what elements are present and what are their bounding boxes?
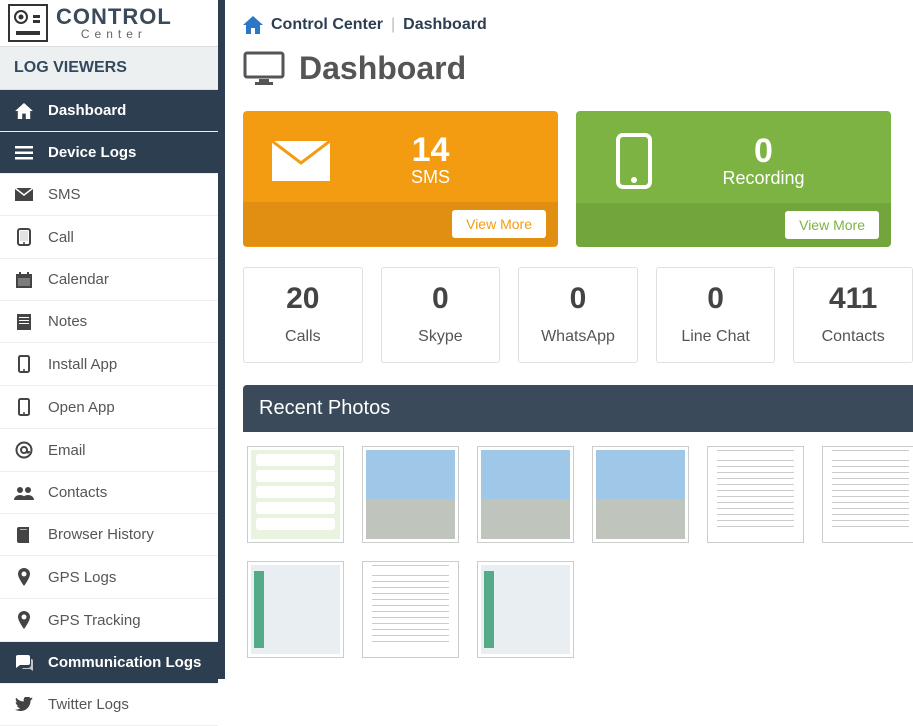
nav-item-email[interactable]: Email	[0, 429, 218, 472]
stat-count: 0	[665, 282, 767, 316]
breadcrumb-sep: |	[391, 16, 395, 34]
stat-label: Contacts	[802, 328, 904, 346]
nav-label: Notes	[48, 313, 87, 330]
photo-thumb[interactable]	[362, 561, 459, 658]
photo-thumb[interactable]	[592, 446, 689, 543]
nav-label: GPS Tracking	[48, 612, 141, 629]
mail-icon	[14, 188, 34, 201]
breadcrumb: Control Center | Dashboard	[225, 0, 913, 44]
home-icon	[14, 103, 34, 119]
nav-label: Communication Logs	[48, 654, 201, 671]
page-title: Dashboard	[299, 50, 466, 87]
twitter-icon	[14, 697, 34, 712]
stat-count: 411	[802, 282, 904, 316]
book-icon	[14, 527, 34, 543]
stat-count: 0	[527, 282, 629, 316]
stat-line-chat[interactable]: 0 Line Chat	[656, 267, 776, 363]
pin-icon	[14, 568, 34, 586]
card-count: 0	[654, 134, 873, 168]
stat-count: 20	[252, 282, 354, 316]
monitor-icon	[243, 51, 285, 87]
nav-item-gps-logs[interactable]: GPS Logs	[0, 556, 218, 599]
nav-label: Email	[48, 442, 86, 459]
recent-photos-title: Recent Photos	[243, 385, 913, 432]
at-icon	[14, 441, 34, 459]
menu-icon	[14, 146, 34, 160]
stat-skype[interactable]: 0 Skype	[381, 267, 501, 363]
nav-label: Device Logs	[48, 144, 136, 161]
photo-thumb[interactable]	[247, 446, 344, 543]
nav-item-contacts[interactable]: Contacts	[0, 472, 218, 514]
card-label: Recording	[654, 168, 873, 189]
nav-label: SMS	[48, 186, 81, 203]
phone-sq-icon	[14, 228, 34, 246]
stat-label: WhatsApp	[527, 328, 629, 346]
stat-whatsapp[interactable]: 0 WhatsApp	[518, 267, 638, 363]
recent-photos: Recent Photos	[243, 385, 913, 672]
device-icon	[14, 398, 34, 416]
stat-tiles: 20 Calls 0 Skype 0 WhatsApp 0 Line Chat 411 Conta…	[225, 267, 913, 385]
nav-label: Install App	[48, 356, 117, 373]
pin-icon	[14, 611, 34, 629]
photo-thumb[interactable]	[477, 561, 574, 658]
photo-thumb[interactable]	[822, 446, 913, 543]
stat-contacts[interactable]: 411 Contacts	[793, 267, 913, 363]
calendar-icon	[14, 272, 34, 288]
nav-label: Browser History	[48, 526, 154, 543]
nav-label: Calendar	[48, 271, 109, 288]
summary-cards: 14SMS View More 0Recording View More	[225, 111, 913, 267]
main: Control Center | Dashboard Dashboard 14S…	[225, 0, 913, 679]
nav-item-install-app[interactable]: Install App	[0, 343, 218, 386]
nav-label: Open App	[48, 399, 115, 416]
nav-item-device-logs[interactable]: Device Logs	[0, 132, 218, 174]
card-recording: 0Recording View More	[576, 111, 891, 247]
nav-item-sms[interactable]: SMS	[0, 174, 218, 216]
nav-label: Twitter Logs	[48, 696, 129, 713]
logo-text-bottom: Center	[56, 28, 172, 40]
nav-item-gps-tracking[interactable]: GPS Tracking	[0, 599, 218, 642]
nav: Dashboard Device Logs SMS Call Calendar Notes…	[0, 90, 218, 726]
nav-item-open-app[interactable]: Open App	[0, 386, 218, 429]
contacts-icon	[14, 486, 34, 500]
photo-thumb[interactable]	[362, 446, 459, 543]
stat-label: Line Chat	[665, 328, 767, 346]
sidebar: CONTROL Center LOG VIEWERS Dashboard Devi…	[0, 0, 225, 679]
device-icon	[14, 355, 34, 373]
nav-item-dashboard[interactable]: Dashboard	[0, 90, 218, 132]
stat-label: Calls	[252, 328, 354, 346]
photo-thumb[interactable]	[477, 446, 574, 543]
stat-calls[interactable]: 20 Calls	[243, 267, 363, 363]
breadcrumb-root[interactable]: Control Center	[271, 16, 383, 34]
nav-item-call[interactable]: Call	[0, 216, 218, 259]
home-icon[interactable]	[243, 16, 263, 34]
page-title-row: Dashboard	[225, 44, 913, 111]
card-count: 14	[321, 133, 540, 167]
breadcrumb-page: Dashboard	[403, 16, 487, 34]
photo-thumb[interactable]	[707, 446, 804, 543]
logo-icon	[8, 4, 48, 42]
chat-icon	[14, 655, 34, 671]
nav-label: Contacts	[48, 484, 107, 501]
stat-label: Skype	[390, 328, 492, 346]
card-sms: 14SMS View More	[243, 111, 558, 247]
sidebar-header: LOG VIEWERS	[0, 47, 218, 90]
card-label: SMS	[321, 167, 540, 188]
view-more-button[interactable]: View More	[785, 211, 879, 239]
nav-item-twitter-logs[interactable]: Twitter Logs	[0, 684, 218, 726]
stat-count: 0	[390, 282, 492, 316]
nav-label: GPS Logs	[48, 569, 116, 586]
nav-item-notes[interactable]: Notes	[0, 301, 218, 343]
nav-label: Dashboard	[48, 102, 126, 119]
logo-text-top: CONTROL	[56, 6, 172, 28]
view-more-button[interactable]: View More	[452, 210, 546, 238]
notes-icon	[14, 314, 34, 330]
nav-label: Call	[48, 229, 74, 246]
photo-grid	[243, 432, 913, 672]
nav-item-communication-logs[interactable]: Communication Logs	[0, 642, 218, 684]
logo[interactable]: CONTROL Center	[0, 0, 218, 47]
photo-thumb[interactable]	[247, 561, 344, 658]
nav-item-calendar[interactable]: Calendar	[0, 259, 218, 301]
nav-item-browser-history[interactable]: Browser History	[0, 514, 218, 556]
